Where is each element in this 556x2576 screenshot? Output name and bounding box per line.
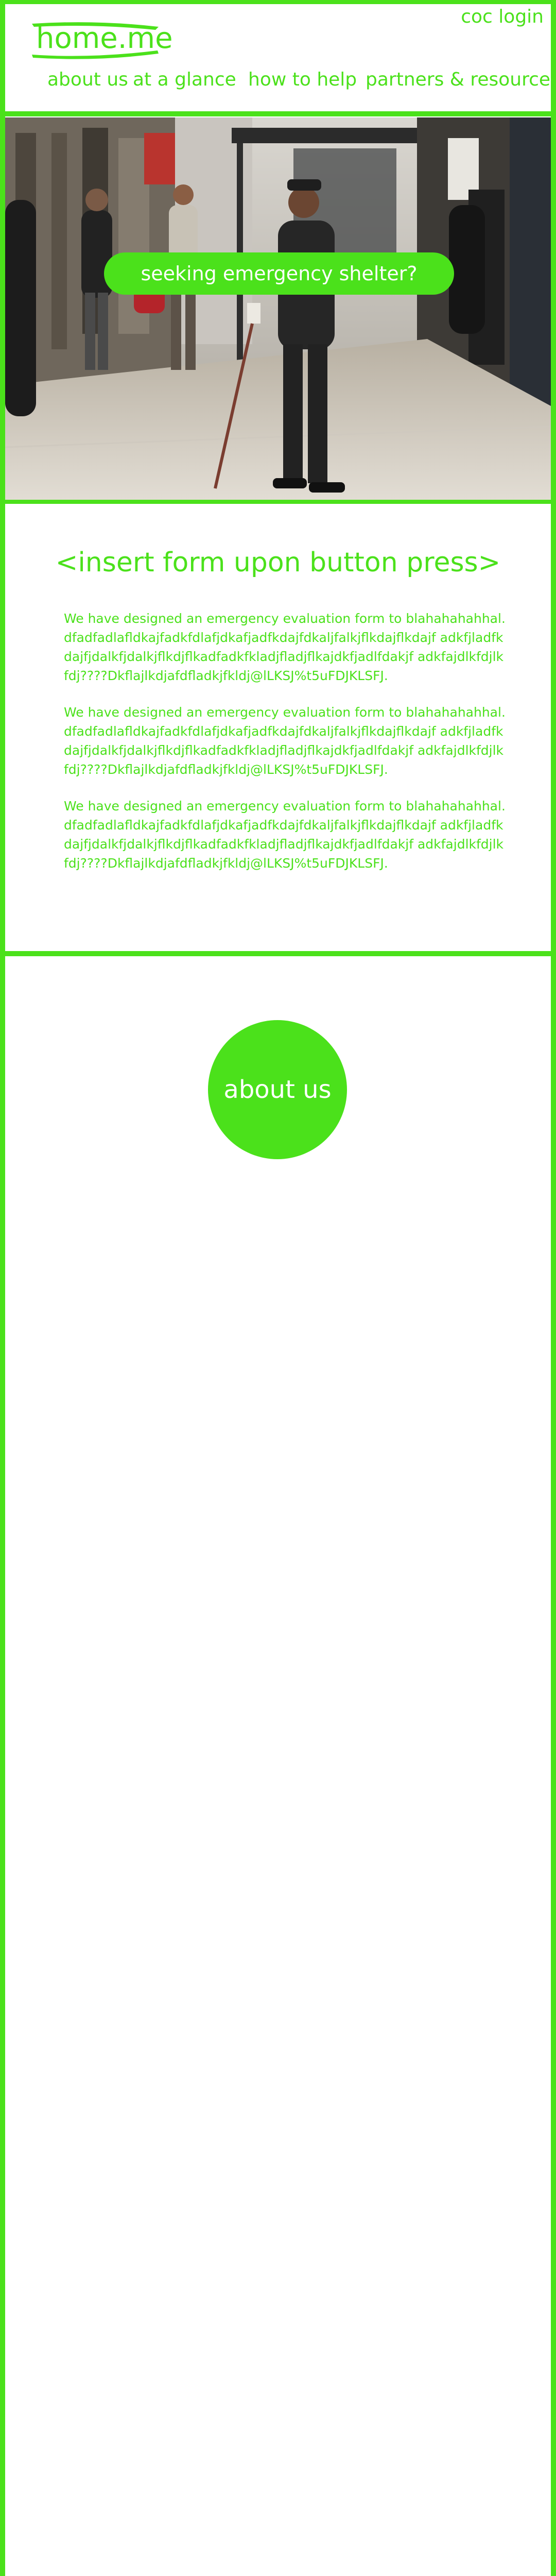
header-divider bbox=[0, 111, 556, 116]
form-intro-paragraph: We have designed an emergency evaluation… bbox=[64, 611, 506, 683]
about-us-circle[interactable]: about us bbox=[208, 1020, 347, 1159]
nav-at-a-glance[interactable]: at a glance bbox=[133, 69, 236, 90]
form-intro-paragraph: We have designed an emergency evaluation… bbox=[64, 799, 506, 871]
coc-login-link[interactable]: coc login bbox=[461, 6, 544, 27]
street-photo-icon bbox=[5, 117, 551, 500]
logo[interactable]: home.me bbox=[29, 19, 173, 60]
form-section: <insert form upon button press> We have … bbox=[0, 503, 556, 953]
nav-partners-resources[interactable]: partners & resources bbox=[366, 69, 556, 90]
hero-photo: seeking emergency shelter? bbox=[5, 117, 551, 500]
form-intro-paragraph: We have designed an emergency evaluation… bbox=[64, 705, 506, 777]
emergency-shelter-button[interactable]: seeking emergency shelter? bbox=[104, 252, 454, 295]
site-header: home.me coc login about us at a glance h… bbox=[0, 0, 556, 114]
logo-text: home.me bbox=[36, 22, 173, 55]
form-placeholder-title: <insert form upon button press> bbox=[55, 547, 501, 578]
section-divider bbox=[0, 951, 556, 956]
main-nav: about us at a glance how to help partner… bbox=[0, 69, 556, 95]
nav-how-to-help[interactable]: how to help bbox=[248, 69, 357, 90]
nav-about-us[interactable]: about us bbox=[47, 69, 128, 90]
